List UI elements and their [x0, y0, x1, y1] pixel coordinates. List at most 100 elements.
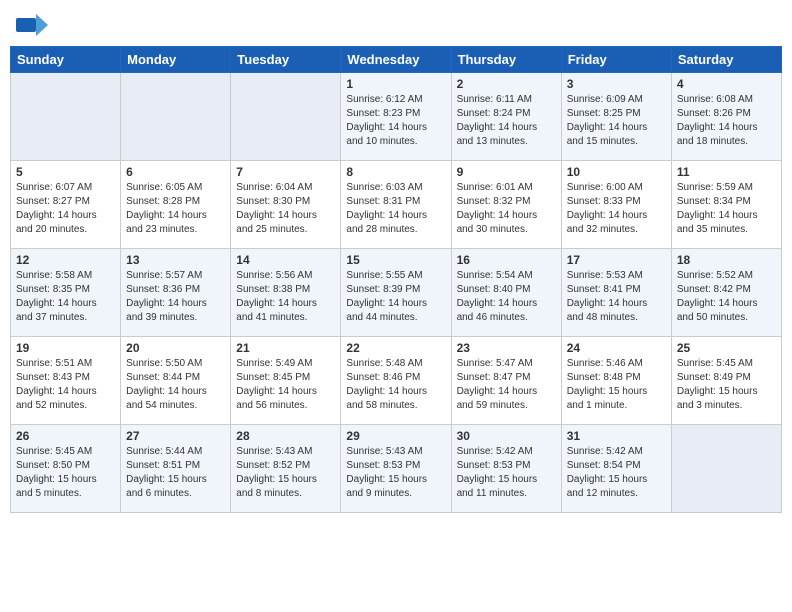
day-info: Sunrise: 6:11 AMSunset: 8:24 PMDaylight:…	[457, 93, 556, 149]
day-number: 11	[677, 165, 776, 179]
day-info: Sunrise: 5:43 AMSunset: 8:52 PMDaylight:…	[236, 445, 335, 501]
day-info: Sunrise: 5:50 AMSunset: 8:44 PMDaylight:…	[126, 357, 225, 413]
calendar-day-cell: 23 Sunrise: 5:47 AMSunset: 8:47 PMDayligh…	[451, 337, 561, 425]
weekday-header: Tuesday	[231, 47, 341, 73]
day-number: 3	[567, 77, 666, 91]
weekday-header: Sunday	[11, 47, 121, 73]
day-info: Sunrise: 5:53 AMSunset: 8:41 PMDaylight:…	[567, 269, 666, 325]
day-number: 19	[16, 341, 115, 355]
calendar-week-row: 19Sunrise: 5:51 AMSunset: 8:43 PMDayligh…	[11, 337, 782, 425]
calendar-day-cell: 21Sunrise: 5:49 AMSunset: 8:45 PMDayligh…	[231, 337, 341, 425]
day-number: 8	[346, 165, 445, 179]
day-info: Sunrise: 6:05 AMSunset: 8:28 PMDaylight:…	[126, 181, 225, 237]
day-info: Sunrise: 5:59 AMSunset: 8:34 PMDaylight:…	[677, 181, 776, 237]
calendar-day-cell: 13Sunrise: 5:57 AMSunset: 8:36 PMDayligh…	[121, 249, 231, 337]
calendar-day-cell: 3Sunrise: 6:09 AMSunset: 8:25 PMDaylight…	[561, 73, 671, 161]
calendar-day-cell	[231, 73, 341, 161]
page-header	[10, 10, 782, 40]
day-info: Sunrise: 5:49 AMSunset: 8:45 PMDaylight:…	[236, 357, 335, 413]
day-number: 2	[457, 77, 556, 91]
day-info: Sunrise: 5:57 AMSunset: 8:36 PMDaylight:…	[126, 269, 225, 325]
day-number: 31	[567, 429, 666, 443]
calendar-week-row: 5 Sunrise: 6:07 AMSunset: 8:27 PMDaylight…	[11, 161, 782, 249]
day-number: 5	[16, 165, 115, 179]
day-info: Sunrise: 5:54 AMSunset: 8:40 PMDaylight:…	[457, 269, 556, 325]
day-number: 4	[677, 77, 776, 91]
calendar-day-cell: 30 Sunrise: 5:42 AMSunset: 8:53 PMDayligh…	[451, 425, 561, 513]
day-number: 9	[457, 165, 556, 179]
calendar-day-cell: 31 Sunrise: 5:42 AMSunset: 8:54 PMDayligh…	[561, 425, 671, 513]
day-info: Sunrise: 6:07 AMSunset: 8:27 PMDaylight:…	[16, 181, 115, 237]
day-info: Sunrise: 5:58 AMSunset: 8:35 PMDaylight:…	[16, 269, 115, 325]
weekday-header: Thursday	[451, 47, 561, 73]
day-info: Sunrise: 5:43 AMSunset: 8:53 PMDaylight:…	[346, 445, 445, 501]
day-info: Sunrise: 5:46 AMSunset: 8:48 PMDaylight:…	[567, 357, 666, 413]
day-number: 10	[567, 165, 666, 179]
calendar-day-cell: 2 Sunrise: 6:11 AMSunset: 8:24 PMDaylight…	[451, 73, 561, 161]
day-info: Sunrise: 5:52 AMSunset: 8:42 PMDaylight:…	[677, 269, 776, 325]
day-number: 24	[567, 341, 666, 355]
calendar-day-cell	[671, 425, 781, 513]
day-info: Sunrise: 5:47 AMSunset: 8:47 PMDaylight:…	[457, 357, 556, 413]
calendar-day-cell: 20 Sunrise: 5:50 AMSunset: 8:44 PMDayligh…	[121, 337, 231, 425]
calendar-day-cell: 10 Sunrise: 6:00 AMSunset: 8:33 PMDayligh…	[561, 161, 671, 249]
calendar-week-row: 1 Sunrise: 6:12 AMSunset: 8:23 PMDaylight…	[11, 73, 782, 161]
day-info: Sunrise: 6:03 AMSunset: 8:31 PMDaylight:…	[346, 181, 445, 237]
day-number: 15	[346, 253, 445, 267]
day-number: 20	[126, 341, 225, 355]
calendar-day-cell: 16 Sunrise: 5:54 AMSunset: 8:40 PMDayligh…	[451, 249, 561, 337]
day-number: 1	[346, 77, 445, 91]
calendar-day-cell: 24 Sunrise: 5:46 AMSunset: 8:48 PMDayligh…	[561, 337, 671, 425]
day-info: Sunrise: 5:42 AMSunset: 8:53 PMDaylight:…	[457, 445, 556, 501]
calendar-day-cell: 19Sunrise: 5:51 AMSunset: 8:43 PMDayligh…	[11, 337, 121, 425]
calendar-day-cell: 1 Sunrise: 6:12 AMSunset: 8:23 PMDaylight…	[341, 73, 451, 161]
calendar-day-cell: 4 Sunrise: 6:08 AMSunset: 8:26 PMDaylight…	[671, 73, 781, 161]
calendar-day-cell: 26Sunrise: 5:45 AMSunset: 8:50 PMDayligh…	[11, 425, 121, 513]
day-number: 27	[126, 429, 225, 443]
day-info: Sunrise: 5:48 AMSunset: 8:46 PMDaylight:…	[346, 357, 445, 413]
weekday-header: Monday	[121, 47, 231, 73]
day-number: 18	[677, 253, 776, 267]
day-info: Sunrise: 6:01 AMSunset: 8:32 PMDaylight:…	[457, 181, 556, 237]
calendar-day-cell: 12 Sunrise: 5:58 AMSunset: 8:35 PMDayligh…	[11, 249, 121, 337]
day-info: Sunrise: 6:08 AMSunset: 8:26 PMDaylight:…	[677, 93, 776, 149]
weekday-header: Friday	[561, 47, 671, 73]
weekday-header: Wednesday	[341, 47, 451, 73]
calendar-day-cell	[11, 73, 121, 161]
day-info: Sunrise: 6:00 AMSunset: 8:33 PMDaylight:…	[567, 181, 666, 237]
day-number: 22	[346, 341, 445, 355]
day-number: 25	[677, 341, 776, 355]
calendar-day-cell: 22 Sunrise: 5:48 AMSunset: 8:46 PMDayligh…	[341, 337, 451, 425]
calendar-day-cell: 7Sunrise: 6:04 AMSunset: 8:30 PMDaylight…	[231, 161, 341, 249]
calendar-day-cell: 28 Sunrise: 5:43 AMSunset: 8:52 PMDayligh…	[231, 425, 341, 513]
calendar-week-row: 26Sunrise: 5:45 AMSunset: 8:50 PMDayligh…	[11, 425, 782, 513]
day-number: 29	[346, 429, 445, 443]
day-info: Sunrise: 6:04 AMSunset: 8:30 PMDaylight:…	[236, 181, 335, 237]
day-info: Sunrise: 5:42 AMSunset: 8:54 PMDaylight:…	[567, 445, 666, 501]
day-number: 6	[126, 165, 225, 179]
day-number: 16	[457, 253, 556, 267]
day-number: 30	[457, 429, 556, 443]
calendar-table: SundayMondayTuesdayWednesdayThursdayFrid…	[10, 46, 782, 513]
calendar-day-cell: 25 Sunrise: 5:45 AMSunset: 8:49 PMDayligh…	[671, 337, 781, 425]
calendar-day-cell: 17 Sunrise: 5:53 AMSunset: 8:41 PMDayligh…	[561, 249, 671, 337]
day-number: 23	[457, 341, 556, 355]
day-info: Sunrise: 6:12 AMSunset: 8:23 PMDaylight:…	[346, 93, 445, 149]
calendar-day-cell: 5 Sunrise: 6:07 AMSunset: 8:27 PMDaylight…	[11, 161, 121, 249]
day-info: Sunrise: 5:56 AMSunset: 8:38 PMDaylight:…	[236, 269, 335, 325]
weekday-header: Saturday	[671, 47, 781, 73]
day-info: Sunrise: 5:55 AMSunset: 8:39 PMDaylight:…	[346, 269, 445, 325]
calendar-day-cell: 29 Sunrise: 5:43 AMSunset: 8:53 PMDayligh…	[341, 425, 451, 513]
day-number: 28	[236, 429, 335, 443]
day-info: Sunrise: 5:45 AMSunset: 8:49 PMDaylight:…	[677, 357, 776, 413]
calendar-day-cell: 15 Sunrise: 5:55 AMSunset: 8:39 PMDayligh…	[341, 249, 451, 337]
logo	[16, 14, 50, 36]
calendar-day-cell: 6 Sunrise: 6:05 AMSunset: 8:28 PMDaylight…	[121, 161, 231, 249]
day-number: 17	[567, 253, 666, 267]
calendar-day-cell: 11 Sunrise: 5:59 AMSunset: 8:34 PMDayligh…	[671, 161, 781, 249]
day-info: Sunrise: 5:45 AMSunset: 8:50 PMDaylight:…	[16, 445, 115, 501]
calendar-day-cell: 18 Sunrise: 5:52 AMSunset: 8:42 PMDayligh…	[671, 249, 781, 337]
day-number: 12	[16, 253, 115, 267]
day-info: Sunrise: 5:44 AMSunset: 8:51 PMDaylight:…	[126, 445, 225, 501]
logo-icon	[16, 14, 48, 36]
